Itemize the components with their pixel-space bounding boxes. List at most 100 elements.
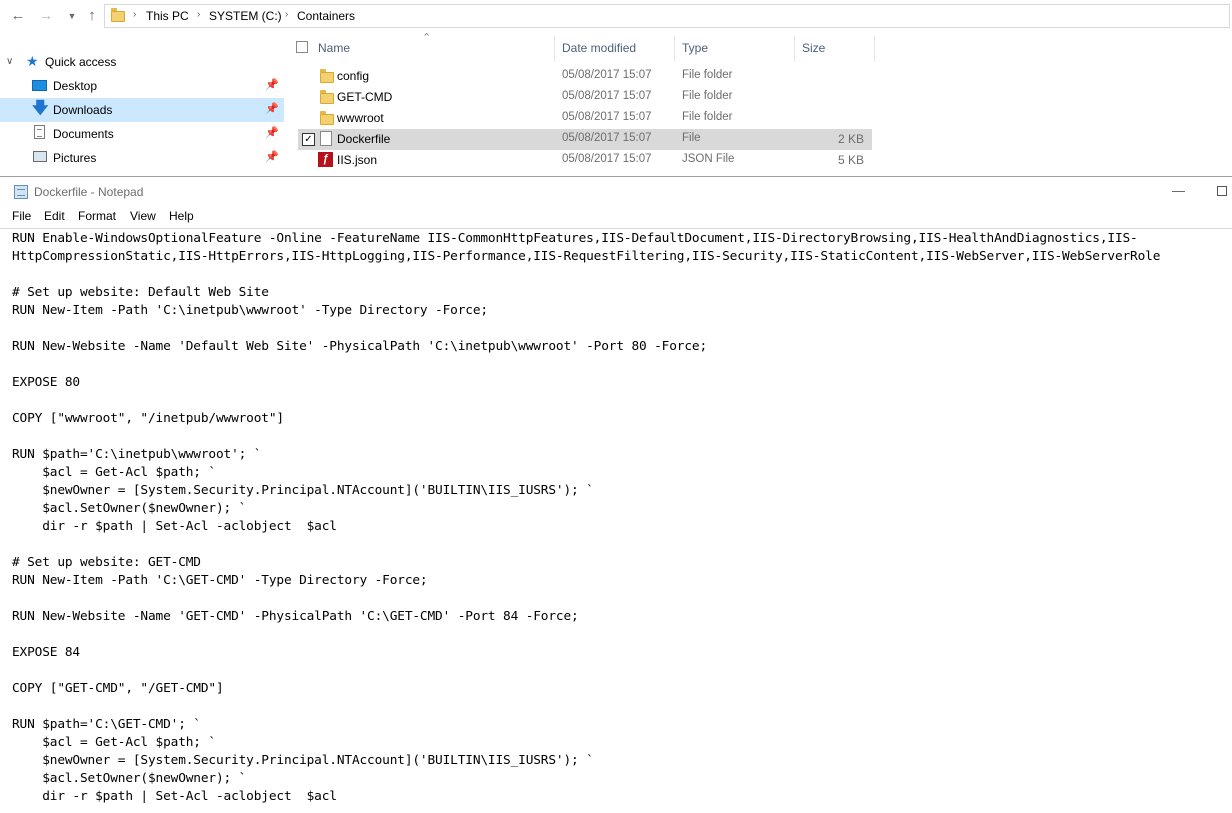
file-row-dockerfile[interactable]: ✓ Dockerfile 05/08/2017 15:07 File 2 KB xyxy=(298,129,872,150)
code-line: EXPOSE 80 xyxy=(12,375,80,390)
column-headers: ⌃ Name Date modified Type Size xyxy=(292,32,1232,62)
file-row-wwwroot[interactable]: wwwroot 05/08/2017 15:07 File folder xyxy=(298,108,872,129)
notepad-window: Dockerfile - Notepad — File Edit Format … xyxy=(0,176,1232,812)
column-header-date-modified[interactable]: Date modified xyxy=(562,41,636,55)
column-header-size[interactable]: Size xyxy=(802,41,825,55)
pin-icon[interactable]: 📌 xyxy=(265,102,279,115)
column-divider[interactable] xyxy=(794,36,795,62)
breadcrumb-this-pc[interactable]: This PC xyxy=(146,9,189,23)
sidebar-item-pictures[interactable]: Pictures 📌 xyxy=(0,146,284,170)
file-list: ⌃ Name Date modified Type Size config 05… xyxy=(292,32,1232,176)
forward-arrow-icon[interactable]: → xyxy=(38,8,54,24)
column-divider[interactable] xyxy=(674,36,675,62)
code-line: EXPOSE 84 xyxy=(12,645,80,660)
file-name: config xyxy=(337,69,370,83)
breadcrumb-separator-icon[interactable]: › xyxy=(285,9,288,20)
folder-icon xyxy=(320,111,334,125)
file-row-iis-json[interactable]: ƒ IIS.json 05/08/2017 15:07 JSON File 5 … xyxy=(298,150,872,171)
breadcrumb-system-drive[interactable]: SYSTEM (C:) xyxy=(209,9,282,23)
column-divider[interactable] xyxy=(554,36,555,62)
sidebar-item-documents[interactable]: Documents 📌 xyxy=(0,122,284,146)
code-line: $acl = Get-Acl $path; ` xyxy=(12,735,216,750)
code-line: $newOwner = [System.Security.Principal.N… xyxy=(12,483,594,498)
file-size: 2 KB xyxy=(837,132,864,146)
code-line: RUN $path='C:\GET-CMD'; ` xyxy=(12,717,201,732)
column-header-type[interactable]: Type xyxy=(682,41,708,55)
code-line: COPY ["wwwroot", "/inetpub/wwwroot"] xyxy=(12,411,284,426)
pictures-icon xyxy=(33,151,47,162)
column-divider[interactable] xyxy=(874,36,875,62)
quick-access-item[interactable]: ∨ ★ Quick access xyxy=(0,50,284,74)
code-line: COPY ["GET-CMD", "/GET-CMD"] xyxy=(12,681,224,696)
pin-icon[interactable]: 📌 xyxy=(265,126,279,139)
address-bar[interactable]: › This PC › SYSTEM (C:) › Containers xyxy=(104,4,1230,28)
file-row-config[interactable]: config 05/08/2017 15:07 File folder xyxy=(298,66,872,87)
maximize-icon[interactable] xyxy=(1217,186,1227,196)
desktop-icon xyxy=(32,80,47,91)
pin-icon[interactable]: 📌 xyxy=(265,150,279,163)
window-title: Dockerfile - Notepad xyxy=(34,185,144,199)
row-checkbox[interactable]: ✓ xyxy=(302,133,315,146)
code-line: HttpCompressionStatic,IIS-HttpErrors,IIS… xyxy=(12,249,1161,264)
folder-icon xyxy=(111,8,125,22)
json-file-icon: ƒ xyxy=(318,152,333,167)
file-name: IIS.json xyxy=(337,153,378,167)
file-icon xyxy=(320,131,332,146)
breadcrumb-containers[interactable]: Containers xyxy=(297,9,355,23)
code-line: $acl.SetOwner($newOwner); ` xyxy=(12,501,247,516)
file-date: 05/08/2017 15:07 xyxy=(562,111,652,123)
documents-icon xyxy=(34,125,45,139)
text-editor-area[interactable]: RUN Enable-WindowsOptionalFeature -Onlin… xyxy=(0,228,1232,813)
code-line: RUN New-Item -Path 'C:\inetpub\wwwroot' … xyxy=(12,303,488,318)
up-arrow-icon[interactable]: ↑ xyxy=(84,8,100,24)
expand-chevron-icon[interactable]: ∨ xyxy=(6,56,13,67)
folder-icon xyxy=(320,90,334,104)
notepad-title-bar[interactable]: Dockerfile - Notepad — xyxy=(0,177,1232,207)
code-line: RUN Enable-WindowsOptionalFeature -Onlin… xyxy=(12,231,1138,246)
back-arrow-icon[interactable]: ← xyxy=(10,8,26,24)
breadcrumb-separator-icon[interactable]: › xyxy=(133,9,136,20)
menu-help[interactable]: Help xyxy=(169,209,194,223)
file-name: wwwroot xyxy=(337,111,384,125)
sidebar-item-desktop[interactable]: Desktop 📌 xyxy=(0,74,284,98)
file-type: JSON File xyxy=(682,153,735,165)
address-bar-row: ← → ▼ ↑ › This PC › SYSTEM (C:) › Contai… xyxy=(0,0,1232,32)
notepad-icon xyxy=(14,185,28,199)
pin-icon[interactable]: 📌 xyxy=(265,78,279,91)
file-name: GET-CMD xyxy=(337,90,393,104)
quick-access-label: Quick access xyxy=(45,55,117,69)
sidebar-item-label: Downloads xyxy=(53,103,113,117)
sidebar-item-downloads[interactable]: 🡇 Downloads 📌 xyxy=(0,98,284,122)
sidebar-item-label: Documents xyxy=(53,127,114,141)
code-line: # Set up website: Default Web Site xyxy=(12,285,269,300)
code-line: # Set up website: GET-CMD xyxy=(12,555,201,570)
file-date: 05/08/2017 15:07 xyxy=(562,90,652,102)
column-header-name[interactable]: Name xyxy=(318,41,350,55)
file-type: File xyxy=(682,132,701,144)
menu-bar: File Edit Format View Help xyxy=(0,207,1232,227)
code-line: RUN $path='C:\inetpub\wwwroot'; ` xyxy=(12,447,262,462)
file-type: File folder xyxy=(682,69,733,81)
download-arrow-icon: 🡇 xyxy=(32,100,49,117)
sidebar-item-label: Pictures xyxy=(53,151,97,165)
minimize-icon[interactable]: — xyxy=(1172,183,1185,198)
file-type: File folder xyxy=(682,111,733,123)
code-line: RUN New-Item -Path 'C:\GET-CMD' -Type Di… xyxy=(12,573,428,588)
menu-edit[interactable]: Edit xyxy=(44,209,65,223)
file-type: File folder xyxy=(682,90,733,102)
menu-file[interactable]: File xyxy=(12,209,31,223)
code-line: dir -r $path | Set-Acl -aclobject $acl xyxy=(12,519,337,534)
file-date: 05/08/2017 15:07 xyxy=(562,153,652,165)
file-row-get-cmd[interactable]: GET-CMD 05/08/2017 15:07 File folder xyxy=(298,87,872,108)
sidebar-item-label: Desktop xyxy=(53,79,98,93)
select-all-checkbox[interactable] xyxy=(296,41,308,53)
folder-icon xyxy=(320,69,334,83)
file-date: 05/08/2017 15:07 xyxy=(562,132,652,144)
breadcrumb-separator-icon[interactable]: › xyxy=(197,9,200,20)
file-size: 5 KB xyxy=(837,153,864,167)
star-icon: ★ xyxy=(26,53,39,69)
file-explorer-window: ← → ▼ ↑ › This PC › SYSTEM (C:) › Contai… xyxy=(0,0,1232,176)
menu-format[interactable]: Format xyxy=(78,209,116,223)
recent-locations-chevron-icon[interactable]: ▼ xyxy=(64,8,80,24)
menu-view[interactable]: View xyxy=(130,209,156,223)
